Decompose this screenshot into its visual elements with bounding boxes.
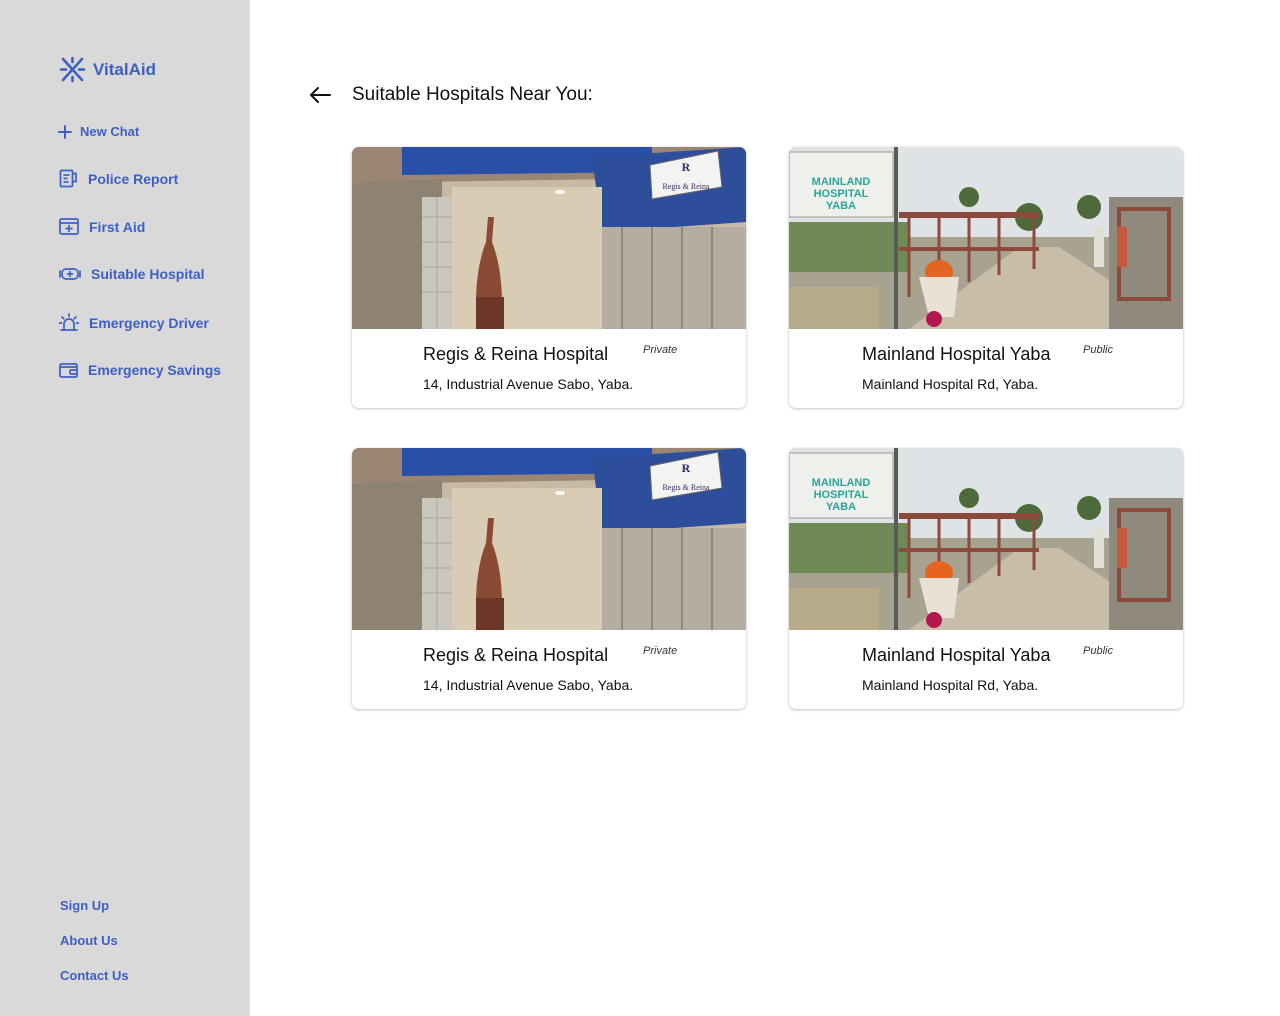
hospital-icon: [59, 268, 81, 280]
hospital-type: Private: [643, 645, 678, 657]
hospital-address: 14, Industrial Avenue Sabo, Yaba.: [423, 376, 634, 392]
sidebar-item-label: Emergency Driver: [89, 314, 209, 331]
hospital-photo: R Regis & Reina: [352, 147, 746, 329]
sign-text: YABA: [826, 501, 856, 513]
sidebar-item-label: First Aid: [89, 218, 146, 235]
hospital-photo: R Regis & Reina: [352, 448, 746, 630]
svg-text:R: R: [682, 160, 691, 174]
back-button[interactable]: [307, 82, 333, 108]
hospital-address: Mainland Hospital Rd, Yaba.: [862, 376, 1039, 392]
hospital-photo: MAINLAND HOSPITAL YABA: [789, 448, 1183, 630]
sidebar-item-emergency-driver[interactable]: Emergency Driver: [59, 313, 209, 332]
hospital-address: 14, Industrial Avenue Sabo, Yaba.: [423, 677, 634, 693]
sidebar: VitalAid New Chat Police Report First Ai…: [0, 0, 250, 1016]
brand-name: VitalAid: [93, 59, 156, 79]
sidebar-item-label: Emergency Savings: [88, 362, 222, 378]
hospital-name: Regis & Reina Hospital: [423, 645, 609, 665]
document-icon: [59, 169, 77, 188]
vitalaid-logo-icon: [59, 56, 86, 83]
brand-logo[interactable]: VitalAid: [59, 56, 156, 83]
hospital-type: Private: [643, 344, 678, 356]
sidebar-item-suitable-hospital[interactable]: Suitable Hospital: [59, 265, 205, 283]
sign-text: HOSPITAL: [814, 188, 869, 200]
new-chat-label: New Chat: [80, 124, 140, 139]
hospital-photo: MAINLAND HOSPITAL YABA: [789, 147, 1183, 329]
hospital-name: Mainland Hospital Yaba: [862, 645, 1051, 665]
sign-text: MAINLAND: [812, 477, 871, 489]
wallet-icon: [59, 363, 78, 378]
sign-text: MAINLAND: [812, 176, 871, 188]
hospital-card[interactable]: R Regis & Reina Regis & Reina Hospital P…: [352, 147, 746, 408]
contact-us-link[interactable]: Contact Us: [60, 968, 129, 983]
hospital-card[interactable]: MAINLAND HOSPITAL YABA Mainland Hospital…: [789, 147, 1183, 408]
hospital-address: Mainland Hospital Rd, Yaba.: [862, 677, 1039, 693]
sidebar-item-label: Suitable Hospital: [91, 266, 205, 282]
svg-text:R: R: [682, 461, 691, 475]
first-aid-kit-icon: [59, 218, 79, 235]
hospital-name: Mainland Hospital Yaba: [862, 344, 1051, 364]
plus-icon: [58, 124, 72, 139]
hospital-card[interactable]: MAINLAND HOSPITAL YABA Mainland Hospital…: [789, 448, 1183, 709]
sign-text: YABA: [826, 200, 856, 212]
new-chat-button[interactable]: New Chat: [58, 124, 139, 139]
sidebar-item-label: Police Report: [88, 170, 179, 187]
sign-text: Regis & Reina: [662, 483, 710, 492]
siren-icon: [59, 313, 79, 331]
hospital-card[interactable]: R Regis & Reina Regis & Reina Hospital P…: [352, 448, 746, 709]
sign-text: HOSPITAL: [814, 489, 869, 501]
sign-up-link[interactable]: Sign Up: [60, 898, 109, 913]
page-title: Suitable Hospitals Near You:: [352, 84, 593, 105]
sidebar-item-emergency-savings[interactable]: Emergency Savings: [59, 361, 221, 379]
hospital-name: Regis & Reina Hospital: [423, 344, 609, 364]
arrow-left-icon: [310, 87, 331, 103]
sidebar-item-police-report[interactable]: Police Report: [59, 169, 178, 188]
hospital-type: Public: [1083, 645, 1113, 657]
about-us-link[interactable]: About Us: [60, 933, 118, 948]
hospital-type: Public: [1083, 344, 1113, 356]
sidebar-item-first-aid[interactable]: First Aid: [59, 217, 145, 236]
sign-text: Regis & Reina: [662, 182, 710, 191]
